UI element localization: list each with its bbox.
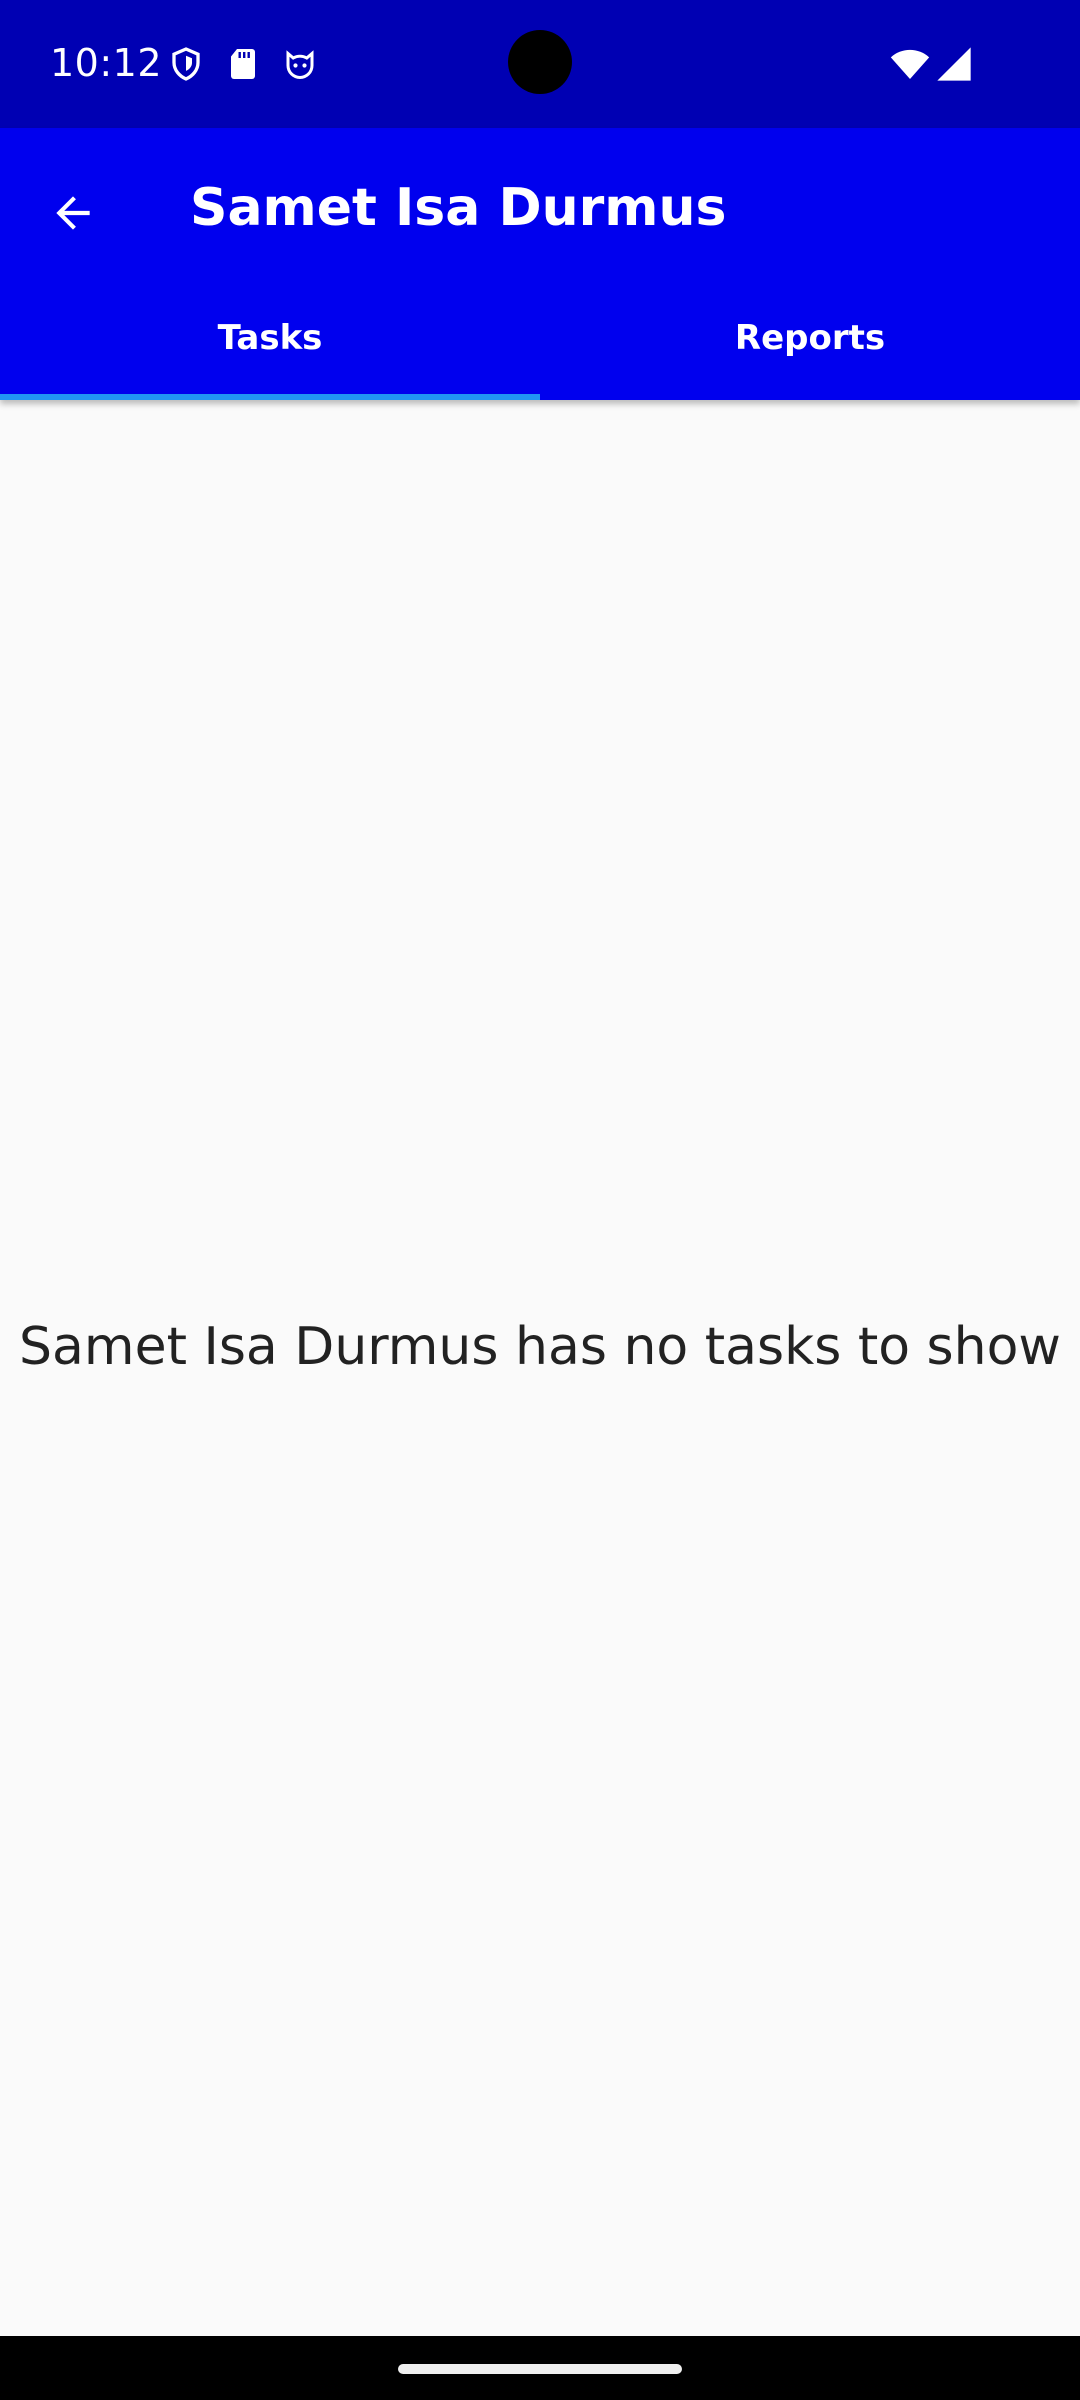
tab-tasks-label: Tasks bbox=[217, 318, 323, 358]
status-time: 10:12 bbox=[50, 41, 163, 85]
wifi-icon bbox=[890, 44, 930, 84]
system-nav-bar bbox=[0, 2336, 1080, 2400]
tab-tasks[interactable]: Tasks bbox=[0, 288, 540, 400]
tab-reports[interactable]: Reports bbox=[540, 288, 1080, 400]
status-bar: 10:12 bbox=[0, 0, 1080, 128]
shield-icon bbox=[168, 46, 204, 82]
arrow-back-icon bbox=[56, 196, 90, 230]
cell-signal-icon bbox=[934, 44, 974, 84]
app-bar: Samet Isa Durmus Tasks Reports bbox=[0, 128, 1080, 400]
back-button[interactable] bbox=[30, 170, 116, 256]
tab-reports-label: Reports bbox=[734, 318, 886, 358]
page-title: Samet Isa Durmus bbox=[190, 178, 727, 238]
sd-card-icon bbox=[225, 46, 261, 82]
camera-cutout bbox=[508, 30, 572, 94]
home-gesture-handle[interactable] bbox=[398, 2364, 682, 2374]
tab-bar: Tasks Reports bbox=[0, 288, 1080, 400]
empty-state-message: Samet Isa Durmus has no tasks to show bbox=[19, 1317, 1061, 1377]
tasks-content: Samet Isa Durmus has no tasks to show bbox=[0, 400, 1080, 2336]
cat-face-icon bbox=[282, 46, 318, 82]
